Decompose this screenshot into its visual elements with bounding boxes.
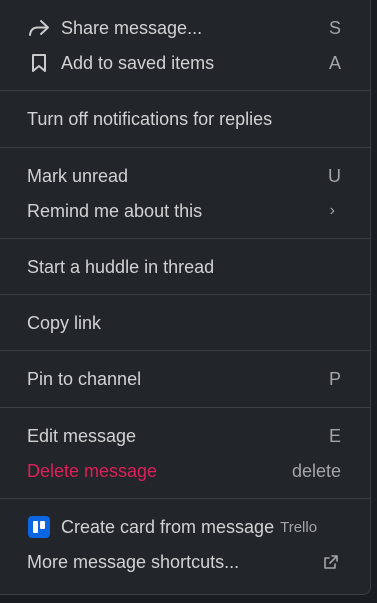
pin-shortcut: P xyxy=(328,368,341,389)
mark-unread-shortcut: U xyxy=(328,165,341,186)
remind-me-label: Remind me about this xyxy=(27,200,203,221)
divider xyxy=(0,90,370,91)
mark-unread-item[interactable]: Mark unread U xyxy=(0,159,370,193)
divider xyxy=(0,407,370,408)
delete-shortcut: delete xyxy=(291,460,341,481)
copy-link-item[interactable]: Copy link xyxy=(0,306,370,340)
divider xyxy=(0,238,370,239)
trello-icon xyxy=(27,515,51,539)
turn-off-notifications-item[interactable]: Turn off notifications for replies xyxy=(0,102,370,136)
more-shortcuts-label: More message shortcuts... xyxy=(27,551,240,572)
remind-me-item[interactable]: Remind me about this › xyxy=(0,194,370,228)
external-link-icon xyxy=(323,554,341,570)
app-source-label: Trello xyxy=(280,518,318,536)
create-card-label: Create card from message xyxy=(61,516,275,537)
chevron-right-icon: › xyxy=(329,202,335,219)
bookmark-icon xyxy=(27,51,51,75)
pin-to-channel-label: Pin to channel xyxy=(27,368,142,389)
delete-message-item[interactable]: Delete message delete xyxy=(0,454,370,488)
copy-link-label: Copy link xyxy=(27,312,102,333)
divider xyxy=(0,147,370,148)
share-arrow-icon xyxy=(27,16,51,40)
divider xyxy=(0,350,370,351)
divider xyxy=(0,498,370,499)
pin-to-channel-item[interactable]: Pin to channel P xyxy=(0,362,370,396)
delete-message-label: Delete message xyxy=(27,460,158,481)
start-huddle-item[interactable]: Start a huddle in thread xyxy=(0,250,370,284)
mark-unread-label: Mark unread xyxy=(27,165,129,186)
divider xyxy=(0,294,370,295)
more-message-shortcuts-item[interactable]: More message shortcuts... xyxy=(0,545,370,579)
share-shortcut: S xyxy=(328,17,341,38)
message-actions-menu: Share message... S Add to saved items A … xyxy=(0,0,371,595)
save-shortcut: A xyxy=(328,52,341,73)
share-message-label: Share message... xyxy=(61,17,203,38)
start-huddle-label: Start a huddle in thread xyxy=(27,256,215,277)
edit-shortcut: E xyxy=(328,425,341,446)
create-trello-card-item[interactable]: Create card from message Trello xyxy=(0,510,370,544)
add-to-saved-item[interactable]: Add to saved items A xyxy=(0,46,370,80)
share-message-item[interactable]: Share message... S xyxy=(0,11,370,45)
edit-message-label: Edit message xyxy=(27,425,137,446)
turn-off-notifications-label: Turn off notifications for replies xyxy=(27,108,273,129)
edit-message-item[interactable]: Edit message E xyxy=(0,419,370,453)
add-to-saved-label: Add to saved items xyxy=(61,52,215,73)
